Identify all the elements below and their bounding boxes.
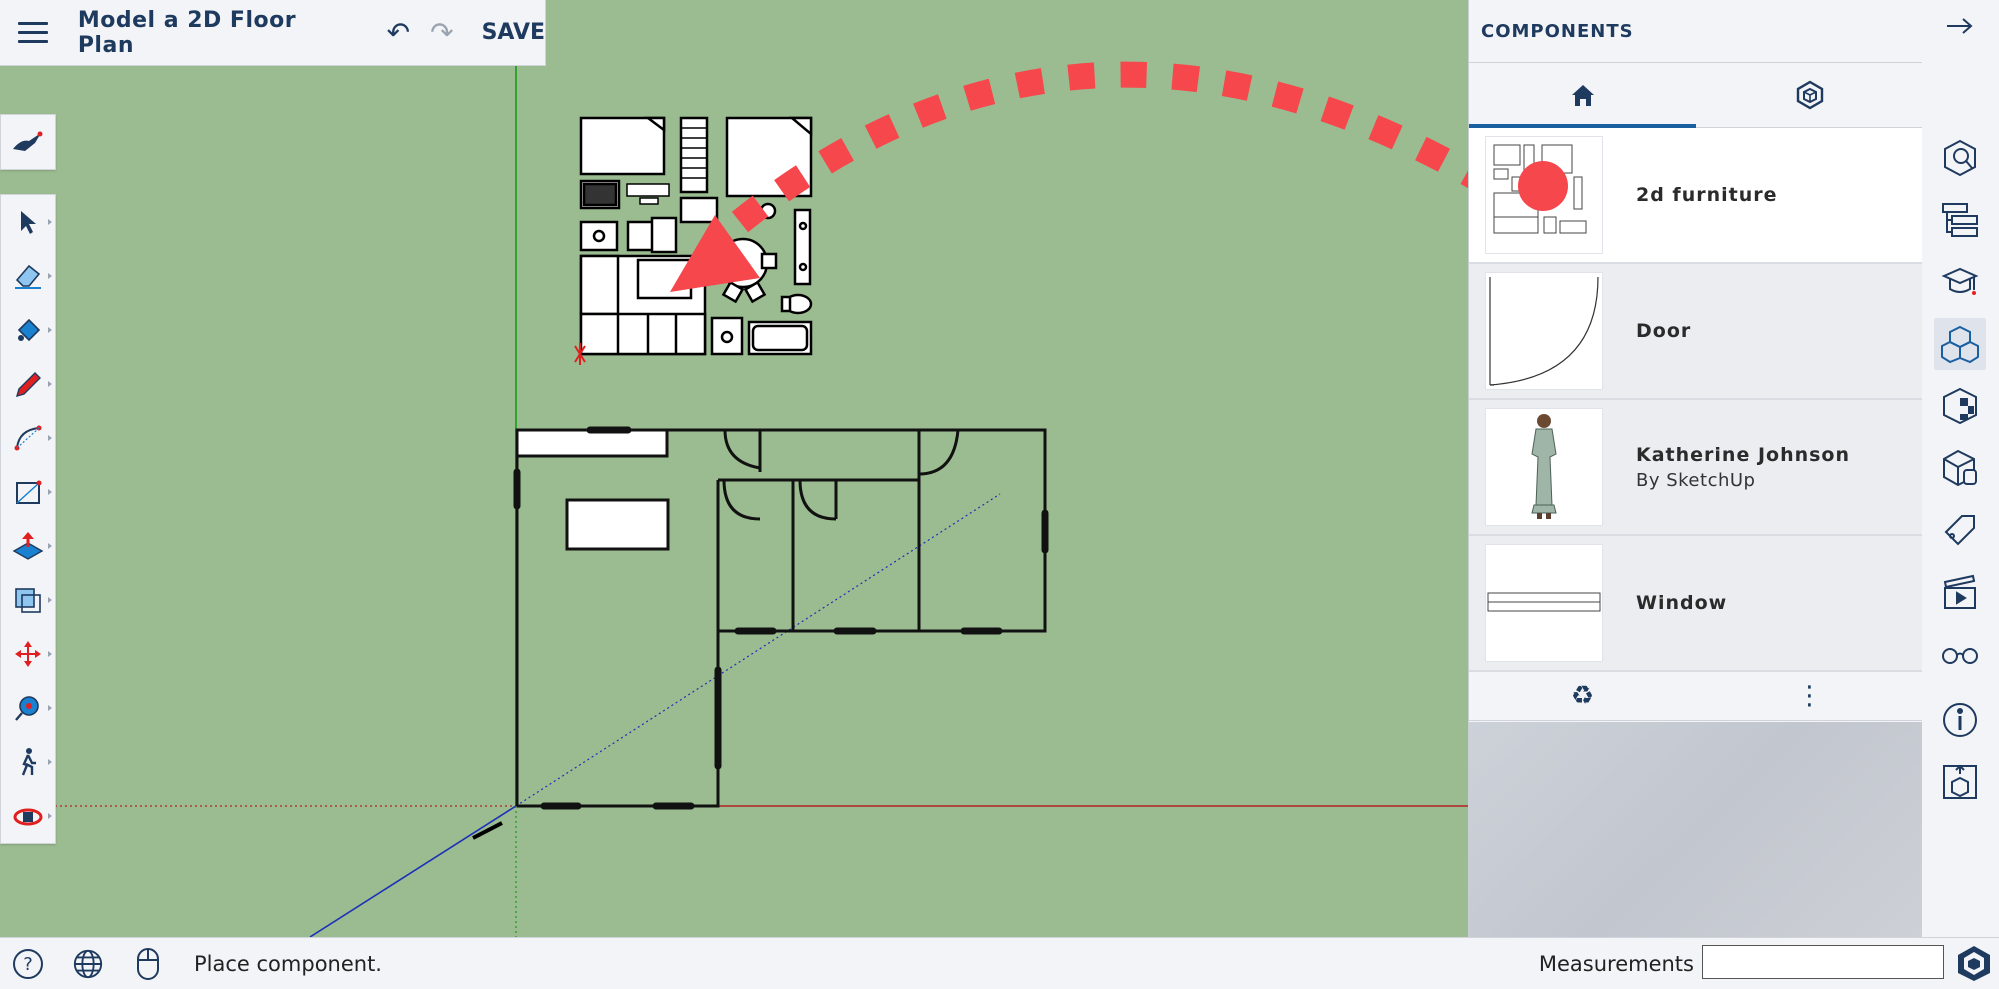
measurements-label: Measurements [1538,951,1694,976]
furniture-block [579,116,813,356]
entity-info-icon[interactable] [1934,132,1986,184]
rotate-icon[interactable] [1,789,55,843]
document-title: Model a 2D Floor Plan [77,7,297,58]
collapse-arrow-icon[interactable] [1934,0,1986,52]
recycle-icon[interactable]: ♻ [1469,681,1696,711]
panel-tabs [1469,63,1923,128]
orbit-icon[interactable] [1,681,55,735]
drag-arrow-path [731,61,1468,233]
outliner-icon[interactable] [1934,194,1986,246]
tab-home[interactable] [1469,63,1696,128]
drag-target-dot [1518,161,1568,211]
mouse-icon[interactable] [132,947,164,980]
3d-warehouse-icon [1796,80,1823,110]
select-icon[interactable] [1,195,55,249]
paint-bucket-icon[interactable] [1,303,55,357]
scenes-icon[interactable] [1934,566,1986,618]
component-author: By SketchUp [1636,469,1756,491]
export-icon[interactable] [1934,756,1986,808]
component-thumbnail [1485,408,1603,526]
component-name: 2d furniture [1636,184,1778,206]
pencil-icon[interactable] [1,357,55,411]
arc-icon[interactable] [1,411,55,465]
move-icon[interactable] [1,627,55,681]
component-thumbnail [1485,136,1603,254]
instructor-icon[interactable] [1934,256,1986,308]
save-button[interactable]: SAVE [482,20,545,45]
menu-icon[interactable] [18,16,48,49]
components-panel: COMPONENTS 2d furniture Door Katherine J… [1468,0,1923,937]
component-thumbnail [1485,272,1603,390]
svg-text:?: ? [23,954,33,975]
component-name: Door [1636,320,1692,342]
modeling-viewport[interactable] [0,0,1468,937]
display-icon[interactable] [1934,628,1986,680]
components-icon[interactable] [1934,318,1986,370]
component-item-window[interactable]: Window [1469,536,1923,672]
search-scene-icon[interactable] [1,115,55,169]
home-icon [1571,85,1594,106]
more-icon[interactable]: ⋮ [1696,681,1923,711]
component-item-door[interactable]: Door [1469,264,1923,400]
search-toolbox [0,114,56,170]
drawing-toolbox [0,194,56,844]
component-name: Katherine Johnson [1636,443,1851,466]
help-icon[interactable]: ? [12,948,44,980]
top-bar: Model a 2D Floor Plan ↶ ↷ SAVE [0,0,546,66]
info-icon[interactable] [1934,694,1986,746]
component-item-2d-furniture[interactable]: 2d furniture [1469,128,1923,264]
canvas-drawing [40,0,1468,937]
eraser-icon[interactable] [1,249,55,303]
measurements-input[interactable] [1702,945,1944,979]
right-rail [1922,0,1999,937]
panel-title: COMPONENTS [1469,0,1923,63]
tags-icon[interactable] [1934,504,1986,556]
walk-icon[interactable] [1,735,55,789]
component-name: Window [1636,592,1728,614]
sketchup-logo-icon [1956,944,1992,986]
panel-background [1469,722,1923,937]
redo-icon[interactable]: ↷ [430,16,453,49]
floor-plan-walls [515,428,1047,808]
status-bar: ? Place component. Measurements [0,937,1999,989]
component-item-katherine-johnson[interactable]: Katherine Johnson By SketchUp [1469,400,1923,536]
globe-icon[interactable] [72,948,104,980]
offset-icon[interactable] [1,573,55,627]
materials-icon[interactable] [1934,380,1986,432]
styles-icon[interactable] [1934,442,1986,494]
blue-axis [309,805,517,937]
rectangle-icon[interactable] [1,465,55,519]
panel-footer: ♻ ⋮ [1469,672,1923,721]
undo-icon[interactable]: ↶ [387,16,410,49]
floor-plan-windows [513,426,1049,810]
tab-3d-warehouse[interactable] [1696,63,1923,127]
component-thumbnail [1485,544,1603,662]
push-pull-icon[interactable] [1,519,55,573]
status-message: Place component. [194,951,382,976]
